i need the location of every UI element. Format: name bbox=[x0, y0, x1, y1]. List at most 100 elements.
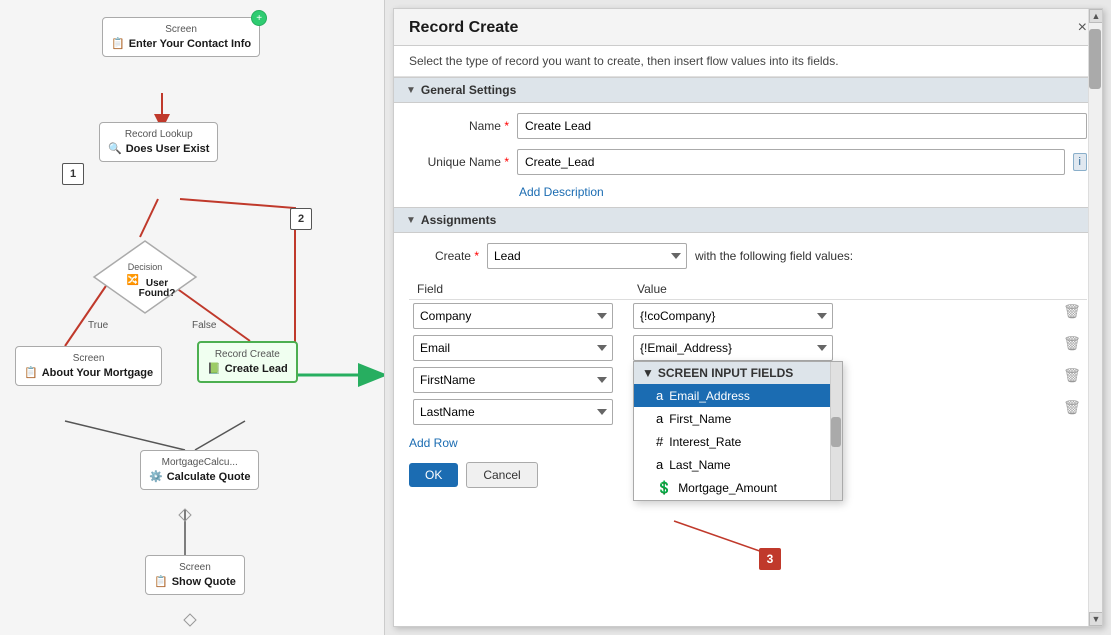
true-label: True bbox=[88, 320, 108, 331]
node-type-record-create: Record Create bbox=[207, 349, 288, 360]
collapse-icon: ▼ bbox=[642, 366, 654, 380]
item-label-firstname: First_Name bbox=[669, 412, 731, 426]
triangle-icon-assignments: ▼ bbox=[406, 215, 416, 226]
item-label-email: Email_Address bbox=[669, 389, 750, 403]
screen-icon-mortgage: 📋 bbox=[24, 366, 38, 379]
unique-name-label: Unique Name * bbox=[409, 155, 509, 169]
node-title-record-create: Create Lead bbox=[225, 363, 288, 375]
node-title-screen-mortgage: About Your Mortgage bbox=[42, 367, 153, 379]
delete-row-1[interactable]: 🗑 bbox=[1063, 303, 1081, 319]
node-title-mortgage-calc: Calculate Quote bbox=[167, 471, 251, 483]
currency-icon-mortgage: 💲 bbox=[656, 480, 672, 496]
text-icon-firstname: a bbox=[656, 411, 663, 426]
add-row-link[interactable]: Add Row bbox=[409, 436, 458, 450]
screen-input-fields-label: SCREEN INPUT FIELDS bbox=[658, 366, 793, 380]
diamond-connector-bottom bbox=[183, 613, 197, 627]
table-row: Email {!Email_Address} ▼ bbox=[409, 332, 1087, 364]
node-type-screen-mortgage: Screen bbox=[24, 353, 153, 364]
text-icon-email: a bbox=[656, 388, 663, 403]
lookup-icon: 🔍 bbox=[108, 142, 122, 155]
green-dot: + bbox=[251, 10, 267, 26]
svg-text:🔀: 🔀 bbox=[127, 273, 139, 286]
panel-header: Record Create × bbox=[394, 9, 1102, 46]
svg-text:Decision: Decision bbox=[128, 262, 163, 272]
assignments-label: Assignments bbox=[421, 213, 496, 227]
value-select-email[interactable]: {!Email_Address} bbox=[633, 335, 833, 361]
field-select-company[interactable]: Company bbox=[413, 303, 613, 329]
name-label: Name * bbox=[409, 119, 509, 133]
node-title-enter-contact: Enter Your Contact Info bbox=[129, 38, 251, 50]
node-mortgage-calc[interactable]: MortgageCalcu... ⚙️ Calculate Quote bbox=[140, 450, 259, 490]
field-value-table: Field Value Company bbox=[409, 279, 1087, 428]
delete-row-3[interactable]: 🗑 bbox=[1063, 367, 1081, 383]
field-select-lastname[interactable]: LastName bbox=[413, 399, 613, 425]
record-panel: ▲ ▼ Record Create × Select the type of r… bbox=[393, 8, 1103, 627]
panel-subtitle: Select the type of record you want to cr… bbox=[394, 46, 1102, 77]
general-settings-label: General Settings bbox=[421, 83, 516, 97]
object-select[interactable]: Lead bbox=[487, 243, 687, 269]
create-label: Create * bbox=[409, 249, 479, 263]
node-screen-mortgage[interactable]: Screen 📋 About Your Mortgage bbox=[15, 346, 162, 386]
delete-row-2[interactable]: 🗑 bbox=[1063, 335, 1081, 351]
info-button[interactable]: i bbox=[1073, 153, 1087, 171]
delete-row-4[interactable]: 🗑 bbox=[1063, 399, 1081, 415]
badge-1: 1 bbox=[62, 163, 84, 185]
value-select-company[interactable]: {!coCompany} bbox=[633, 303, 833, 329]
field-select-email[interactable]: Email bbox=[413, 335, 613, 361]
text-icon-lastname: a bbox=[656, 457, 663, 472]
node-title-show-quote: Show Quote bbox=[172, 576, 236, 588]
unique-name-input[interactable] bbox=[517, 149, 1065, 175]
following-text: with the following field values: bbox=[695, 249, 853, 263]
record-create-icon: 📗 bbox=[207, 362, 221, 375]
value-column-header: Value bbox=[629, 279, 1057, 300]
dropdown-item-email[interactable]: a Email_Address bbox=[634, 384, 842, 407]
screen-icon-show-quote: 📋 bbox=[154, 575, 168, 588]
add-description-link[interactable]: Add Description bbox=[519, 185, 604, 199]
node-enter-contact[interactable]: + Screen 📋 Enter Your Contact Info bbox=[102, 17, 260, 57]
cancel-button[interactable]: Cancel bbox=[466, 462, 537, 488]
unique-name-row: Unique Name * i bbox=[409, 149, 1087, 175]
dropdown-section-header: ▼ SCREEN INPUT FIELDS bbox=[634, 362, 842, 384]
node-title-record-lookup: Does User Exist bbox=[126, 143, 210, 155]
calc-icon: ⚙️ bbox=[149, 470, 163, 483]
dropdown-item-interest[interactable]: # Interest_Rate bbox=[634, 430, 842, 453]
false-label: False bbox=[192, 320, 216, 331]
assignments-section: ▼ Assignments bbox=[394, 207, 1102, 233]
node-record-lookup[interactable]: Record Lookup 🔍 Does User Exist bbox=[99, 122, 218, 162]
triangle-icon-general: ▼ bbox=[406, 85, 416, 96]
flow-canvas: 1 2 + Screen 📋 Enter Your Contact Info R… bbox=[0, 0, 385, 635]
name-row: Name * bbox=[409, 113, 1087, 139]
field-column-header: Field bbox=[409, 279, 629, 300]
dropdown-popup: ▼ SCREEN INPUT FIELDS a Email_Address a … bbox=[633, 361, 843, 501]
item-label-mortgage: Mortgage_Amount bbox=[678, 481, 777, 495]
item-label-lastname: Last_Name bbox=[669, 458, 730, 472]
node-type-enter-contact: Screen bbox=[111, 24, 251, 35]
dropdown-item-mortgage[interactable]: 💲 Mortgage_Amount bbox=[634, 476, 842, 500]
name-input[interactable] bbox=[517, 113, 1087, 139]
dropdown-scroll-thumb bbox=[831, 417, 841, 447]
diamond-connector bbox=[178, 508, 192, 522]
screen-icon-enter: 📋 bbox=[111, 37, 125, 50]
node-type-mortgage-calc: MortgageCalcu... bbox=[149, 457, 250, 468]
scroll-up-btn[interactable]: ▲ bbox=[1089, 9, 1103, 23]
close-button[interactable]: × bbox=[1078, 19, 1087, 37]
badge-2: 2 bbox=[290, 208, 312, 230]
node-record-create[interactable]: Record Create 📗 Create Lead bbox=[197, 341, 298, 383]
node-type-show-quote: Screen bbox=[154, 562, 236, 573]
dropdown-item-lastname[interactable]: a Last_Name bbox=[634, 453, 842, 476]
dropdown-item-firstname[interactable]: a First_Name bbox=[634, 407, 842, 430]
field-select-firstname[interactable]: FirstName bbox=[413, 367, 613, 393]
scroll-thumb[interactable] bbox=[1089, 29, 1101, 89]
table-row: Company {!coCompany} 🗑 bbox=[409, 300, 1087, 333]
general-settings-section: ▼ General Settings bbox=[394, 77, 1102, 103]
panel-scrollbar[interactable]: ▲ ▼ bbox=[1088, 9, 1102, 626]
node-show-quote[interactable]: Screen 📋 Show Quote bbox=[145, 555, 245, 595]
node-decision[interactable]: Decision 🔀 User Found? bbox=[90, 237, 200, 317]
form-body: Name * Unique Name * i Add Description ▼… bbox=[394, 103, 1102, 626]
dropdown-scrollbar[interactable] bbox=[830, 362, 842, 500]
svg-text:Found?: Found? bbox=[139, 288, 176, 299]
scroll-down-btn[interactable]: ▼ bbox=[1089, 612, 1103, 626]
number-icon-interest: # bbox=[656, 434, 663, 449]
ok-button[interactable]: OK bbox=[409, 463, 458, 487]
item-label-interest: Interest_Rate bbox=[669, 435, 741, 449]
